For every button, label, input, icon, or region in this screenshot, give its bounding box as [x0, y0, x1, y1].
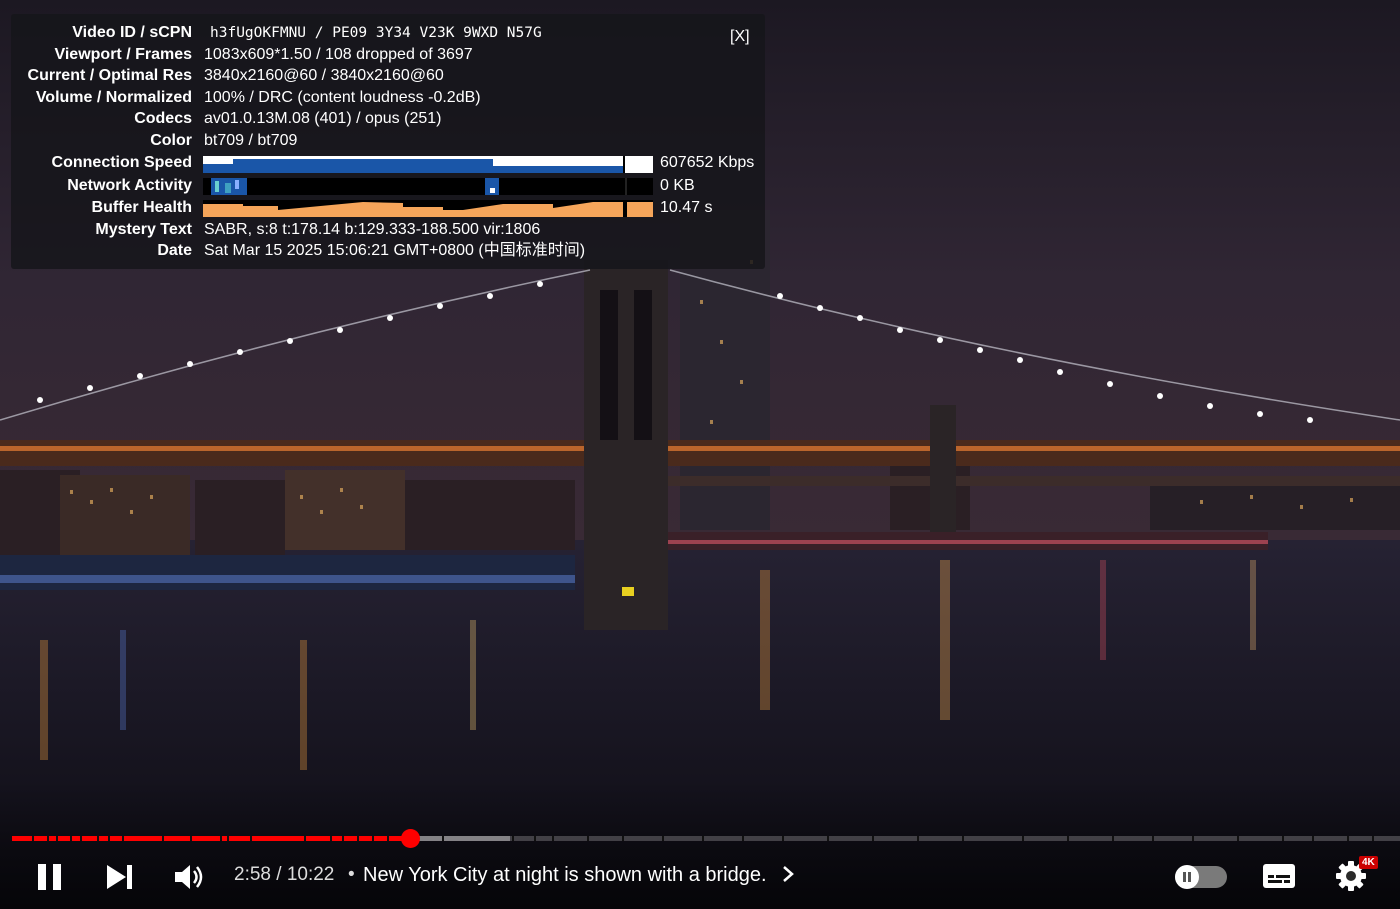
chapter-marker — [782, 836, 784, 841]
chapter-marker — [372, 836, 374, 841]
chapter-marker — [97, 836, 99, 841]
chapter-marker — [962, 836, 964, 841]
time-display: 2:58 / 10:22 — [234, 864, 335, 885]
chapter-title: New York City at night is shown with a b… — [363, 864, 767, 886]
buffer-health-value: 10.47 s — [660, 199, 713, 216]
chapter-marker — [32, 836, 34, 841]
next-icon — [107, 865, 132, 889]
stats-row-viewport: Viewport / Frames 1083x609*1.50 / 108 dr… — [11, 44, 765, 66]
chapter-marker — [190, 836, 192, 841]
chapter-marker — [304, 836, 306, 841]
chapter-marker — [108, 836, 110, 841]
chapter-marker — [220, 836, 222, 841]
volume-icon — [175, 865, 203, 889]
chapter-marker — [80, 836, 82, 841]
network-activity-graph — [203, 178, 653, 195]
stats-row-video-id: Video ID / sCPN h3fUgOKFMNU / PE09 3Y34 … — [11, 22, 765, 44]
chapter-marker — [442, 836, 444, 841]
stats-value: h3fUgOKFMNU / PE09 3Y34 V23K 9WXD N57G — [210, 25, 542, 41]
chapter-marker — [1282, 836, 1284, 841]
stats-label: Current / Optimal Res — [27, 67, 192, 84]
stats-label: Date — [157, 242, 192, 259]
chapter-marker — [1312, 836, 1314, 841]
chapter-marker — [357, 836, 359, 841]
chapter-marker — [1372, 836, 1374, 841]
pause-icon — [38, 864, 61, 890]
stats-label: Color — [150, 132, 192, 149]
chapter-marker — [387, 836, 389, 841]
stats-row-codecs: Codecs av01.0.13M.08 (401) / opus (251) — [11, 108, 765, 130]
connection-speed-value: 607652 Kbps — [660, 154, 755, 171]
stats-row-resolution: Current / Optimal Res 3840x2160@60 / 384… — [11, 65, 765, 87]
controls-gradient — [0, 780, 1400, 909]
chapter-marker — [1192, 836, 1194, 841]
stats-value: av01.0.13M.08 (401) / opus (251) — [204, 110, 442, 127]
quality-badge: 4K — [1359, 856, 1378, 869]
stats-label: Buffer Health — [91, 199, 192, 216]
chapter-marker — [162, 836, 164, 841]
stats-label: Video ID / sCPN — [72, 24, 192, 41]
chapter-marker — [622, 836, 624, 841]
stats-label: Codecs — [134, 110, 192, 127]
stats-label: Network Activity — [67, 177, 192, 194]
network-activity-value: 0 KB — [660, 177, 695, 194]
chapter-marker — [534, 836, 536, 841]
stats-value: SABR, s:8 t:178.14 b:129.333-188.500 vir… — [204, 221, 541, 238]
chapter-marker — [342, 836, 344, 841]
chapter-marker — [250, 836, 252, 841]
stats-value: 3840x2160@60 / 3840x2160@60 — [204, 67, 444, 84]
chapter-marker — [1112, 836, 1114, 841]
play-pause-button[interactable] — [36, 862, 64, 897]
stats-value: 100% / DRC (content loudness -0.2dB) — [204, 89, 481, 106]
chapter-marker — [1067, 836, 1069, 841]
chapter-marker — [742, 836, 744, 841]
stats-value: 1083x609*1.50 / 108 dropped of 3697 — [204, 46, 473, 63]
chapter-marker — [70, 836, 72, 841]
stats-row-date: Date Sat Mar 15 2025 15:06:21 GMT+0800 (… — [11, 240, 765, 262]
chapter-marker — [1347, 836, 1349, 841]
chapter-marker — [512, 836, 514, 841]
stats-row-volume: Volume / Normalized 100% / DRC (content … — [11, 87, 765, 109]
chapter-marker — [587, 836, 589, 841]
progress-scrubber[interactable] — [401, 829, 421, 848]
chapter-marker — [122, 836, 124, 841]
stats-value: Sat Mar 15 2025 15:06:21 GMT+0800 (中国标准时… — [204, 242, 586, 259]
chapter-marker — [1152, 836, 1154, 841]
chapter-marker — [1022, 836, 1024, 841]
buffer-health-fill — [203, 202, 623, 217]
stats-for-nerds-panel: [X] Video ID / sCPN h3fUgOKFMNU / PE09 3… — [11, 14, 765, 269]
chapter-marker — [872, 836, 874, 841]
stats-label: Connection Speed — [51, 154, 192, 171]
progress-bar[interactable] — [12, 829, 1400, 848]
chapter-marker — [702, 836, 704, 841]
chapter-marker — [330, 836, 332, 841]
chapter-marker — [552, 836, 554, 841]
stats-label: Volume / Normalized — [35, 89, 192, 106]
separator-dot: • — [348, 864, 355, 885]
chapter-markers — [12, 836, 1400, 841]
chapter-marker — [47, 836, 49, 841]
connection-speed-graph — [203, 156, 653, 173]
chapter-marker — [827, 836, 829, 841]
stats-row-color: Color bt709 / bt709 — [11, 130, 765, 152]
chevron-right-icon — [783, 866, 795, 882]
volume-button[interactable] — [172, 861, 208, 898]
chapter-title-button[interactable]: New York City at night is shown with a b… — [363, 864, 796, 887]
subtitles-icon — [1263, 864, 1295, 888]
stats-value: bt709 / bt709 — [204, 132, 298, 149]
next-video-button[interactable] — [104, 862, 136, 897]
stats-row-mystery-text: Mystery Text SABR, s:8 t:178.14 b:129.33… — [11, 219, 765, 241]
subtitles-button[interactable] — [1262, 863, 1296, 894]
autoplay-toggle-icon — [1175, 865, 1199, 889]
chapter-marker — [227, 836, 229, 841]
stats-label: Viewport / Frames — [54, 46, 192, 63]
chapter-marker — [662, 836, 664, 841]
chapter-marker — [917, 836, 919, 841]
autoplay-toggle[interactable] — [1175, 865, 1227, 889]
chapter-marker — [1237, 836, 1239, 841]
stats-label: Mystery Text — [95, 221, 192, 238]
chapter-marker — [56, 836, 58, 841]
buffer-health-graph — [203, 200, 653, 217]
